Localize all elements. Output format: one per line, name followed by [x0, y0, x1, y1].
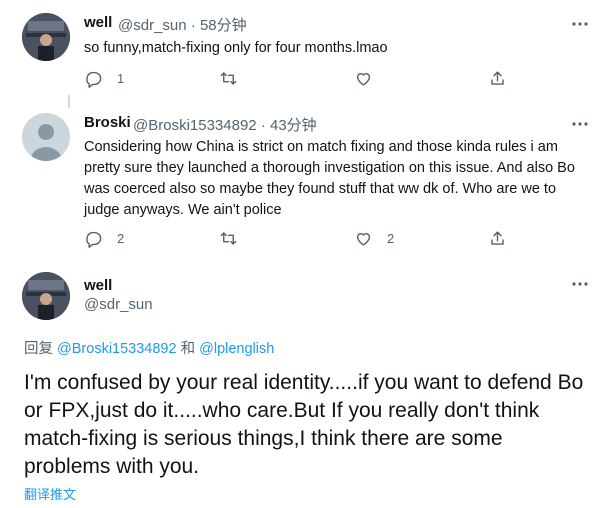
share-button[interactable]	[488, 229, 507, 248]
author-name[interactable]: well	[84, 14, 112, 31]
author-handle[interactable]: @sdr_sun	[84, 296, 153, 313]
reply-joiner: 和	[180, 341, 196, 357]
share-button[interactable]	[488, 69, 507, 88]
share-icon	[488, 69, 507, 88]
author-name[interactable]: Broski	[84, 114, 131, 131]
like-button[interactable]	[354, 69, 387, 88]
tweet-text: Considering how China is strict on match…	[84, 139, 575, 218]
dot-separator: ·	[256, 117, 270, 134]
author-handle[interactable]: @Broski15334892	[133, 117, 257, 134]
avatar[interactable]	[22, 13, 70, 61]
reply-count: 1	[117, 71, 125, 86]
author-name[interactable]: well	[84, 277, 112, 294]
retweet-button[interactable]	[219, 229, 238, 248]
reply-count: 2	[117, 231, 125, 246]
reply-button[interactable]: 1	[84, 69, 124, 88]
avatar[interactable]	[22, 113, 70, 161]
dot-separator: ·	[186, 17, 200, 34]
more-icon[interactable]	[570, 274, 590, 294]
author-handle[interactable]: @sdr_sun	[118, 17, 187, 34]
translate-tweet-link[interactable]: 翻译推文	[24, 484, 76, 503]
avatar[interactable]	[22, 272, 70, 320]
share-icon	[488, 229, 507, 248]
mention-link[interactable]: @lplenglish	[199, 341, 274, 357]
thread-line	[68, 95, 70, 108]
like-icon	[354, 229, 373, 248]
like-count: 2	[387, 231, 395, 246]
reply-icon	[84, 69, 103, 88]
focused-tweet-text: I'm confused by your real identity.....i…	[24, 371, 584, 478]
retweet-icon	[219, 229, 238, 248]
author-meta: @Broski15334892 · 43分钟	[133, 114, 317, 135]
tweet-text: so funny,match-fixing only for four mont…	[84, 40, 388, 56]
retweet-button[interactable]	[219, 69, 238, 88]
timestamp[interactable]: 43分钟	[270, 117, 317, 134]
reply-icon	[84, 229, 103, 248]
mention-link[interactable]: @Broski15334892	[57, 341, 177, 357]
reply-context: 回复 @Broski15334892 和 @lplenglish	[24, 337, 274, 358]
reply-button[interactable]: 2	[84, 229, 124, 248]
author-meta: @sdr_sun · 58分钟	[118, 14, 247, 35]
reply-prefix: 回复	[24, 341, 53, 357]
timestamp[interactable]: 58分钟	[200, 17, 247, 34]
like-icon	[354, 69, 373, 88]
retweet-icon	[219, 69, 238, 88]
more-icon[interactable]	[570, 114, 590, 134]
like-button[interactable]: 2	[354, 229, 394, 248]
more-icon[interactable]	[570, 14, 590, 34]
